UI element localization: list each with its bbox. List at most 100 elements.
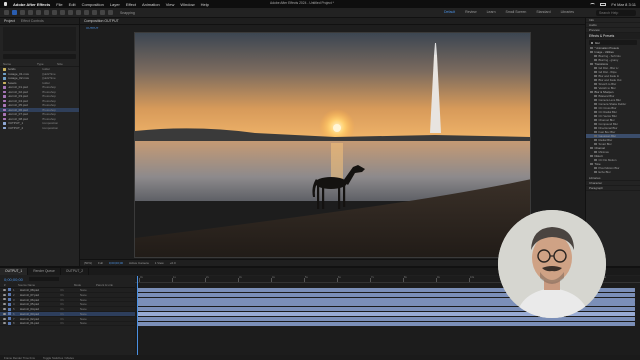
- menu-view[interactable]: View: [166, 2, 175, 7]
- layer-switches[interactable]: / fx: [60, 288, 78, 292]
- layer-label-color[interactable]: [8, 288, 11, 292]
- label-color-swatch[interactable]: [3, 117, 6, 120]
- layer-switches[interactable]: / fx: [60, 307, 78, 311]
- composition-tab[interactable]: Composition OUTPUT: [80, 18, 585, 25]
- timeline-tab-output1[interactable]: OUTPUT_1: [0, 268, 29, 275]
- puppet-tool-icon[interactable]: [108, 10, 113, 15]
- home-tool-icon[interactable]: [4, 10, 9, 15]
- layer-label-color[interactable]: [8, 293, 11, 297]
- menu-help[interactable]: Help: [201, 2, 209, 7]
- label-color-swatch[interactable]: [3, 126, 6, 129]
- effects-search-input[interactable]: blur: [589, 40, 637, 45]
- toggle-switches-modes[interactable]: Toggle Switches / Modes: [43, 356, 74, 360]
- render-queue-tab[interactable]: Render Queue: [28, 268, 61, 275]
- label-color-swatch[interactable]: [3, 99, 6, 102]
- layer-name[interactable]: Hormiz_05.psd: [20, 302, 58, 306]
- selection-tool-icon[interactable]: [12, 10, 17, 15]
- label-color-swatch[interactable]: [3, 68, 6, 71]
- layer-parent[interactable]: None: [80, 321, 94, 325]
- layer-parent[interactable]: None: [80, 298, 94, 302]
- col-mode[interactable]: Mode: [74, 283, 92, 287]
- help-search-input[interactable]: Search Help: [596, 10, 636, 16]
- layer-parent[interactable]: None: [80, 317, 94, 321]
- layer-row[interactable]: 8 Hormiz_01.psd / fx None: [0, 321, 135, 327]
- workspace-libraries[interactable]: Libraries: [557, 10, 578, 14]
- layer-switches[interactable]: / fx: [60, 312, 78, 316]
- label-color-swatch[interactable]: [3, 113, 6, 116]
- project-tab-label[interactable]: Project: [4, 19, 15, 23]
- timeline-tab-output2[interactable]: OUTPUT_2: [61, 268, 90, 275]
- eye-icon[interactable]: [3, 308, 6, 311]
- pan-behind-tool-icon[interactable]: [52, 10, 57, 15]
- layer-name[interactable]: Hormiz_01.psd: [20, 321, 58, 325]
- paragraph-panel[interactable]: Paragraph: [586, 186, 640, 191]
- apple-menu-icon[interactable]: [4, 2, 7, 6]
- eye-icon[interactable]: [3, 293, 6, 296]
- layer-label-color[interactable]: [8, 302, 11, 306]
- eye-icon[interactable]: [3, 317, 6, 320]
- views-select[interactable]: 1 View: [155, 261, 164, 265]
- composition-tab-label[interactable]: Composition OUTPUT: [84, 19, 119, 23]
- layer-name[interactable]: Hormiz_04.psd: [20, 307, 58, 311]
- label-color-swatch[interactable]: [3, 72, 6, 75]
- eye-icon[interactable]: [3, 298, 6, 301]
- clone-tool-icon[interactable]: [92, 10, 97, 15]
- menu-effect[interactable]: Effect: [126, 2, 136, 7]
- project-search-input[interactable]: [3, 54, 76, 59]
- battery-icon[interactable]: [600, 2, 607, 6]
- layer-duration-bar[interactable]: [137, 321, 635, 326]
- current-time-display[interactable]: 0;00;00;00: [4, 277, 23, 282]
- workspace-standard[interactable]: Standard: [532, 10, 554, 14]
- menu-animation[interactable]: Animation: [142, 2, 160, 7]
- eye-icon[interactable]: [3, 303, 6, 306]
- camera-tool-icon[interactable]: [44, 10, 49, 15]
- viewer-timecode[interactable]: 0;00;00;00: [109, 261, 123, 265]
- menu-layer[interactable]: Layer: [110, 2, 120, 7]
- label-color-swatch[interactable]: [3, 104, 6, 107]
- label-color-swatch[interactable]: [3, 90, 6, 93]
- composition-frame[interactable]: [134, 32, 531, 258]
- eye-icon[interactable]: [3, 288, 6, 291]
- rotate-tool-icon[interactable]: [36, 10, 41, 15]
- shape-tool-icon[interactable]: [60, 10, 65, 15]
- hand-tool-icon[interactable]: [20, 10, 25, 15]
- snapping-toggle[interactable]: Snapping: [120, 11, 135, 15]
- wifi-icon[interactable]: [590, 2, 596, 6]
- zoom-tool-icon[interactable]: [28, 10, 33, 15]
- resolution-select[interactable]: Full: [98, 261, 103, 265]
- effects-presets-heading[interactable]: Effects & Presets: [586, 33, 640, 39]
- layer-name[interactable]: Hormiz_03.psd: [20, 312, 58, 316]
- comp-breadcrumb[interactable]: OUTPUT: [86, 26, 98, 30]
- layer-duration-bar[interactable]: [137, 316, 635, 321]
- layer-parent[interactable]: None: [80, 307, 94, 311]
- eye-icon[interactable]: [3, 312, 6, 315]
- app-menu[interactable]: Adobe After Effects: [13, 2, 50, 7]
- layer-parent[interactable]: None: [80, 293, 94, 297]
- col-index[interactable]: #: [4, 283, 14, 287]
- layer-switches[interactable]: / fx: [60, 317, 78, 321]
- label-color-swatch[interactable]: [3, 95, 6, 98]
- layer-parent[interactable]: None: [80, 302, 94, 306]
- eraser-tool-icon[interactable]: [100, 10, 105, 15]
- camera-select[interactable]: Active Camera: [129, 261, 149, 265]
- layer-name[interactable]: Hormiz_02.psd: [20, 317, 58, 321]
- col-parent[interactable]: Parent & Link: [96, 283, 113, 287]
- type-tool-icon[interactable]: [76, 10, 81, 15]
- effect-item[interactable]: Echo Blur: [586, 170, 640, 174]
- layer-search-input[interactable]: [28, 277, 59, 281]
- label-color-swatch[interactable]: [3, 81, 6, 84]
- workspace-small-screen[interactable]: Small Screen: [502, 10, 531, 14]
- exposure-value[interactable]: +0.0: [170, 261, 176, 265]
- brush-tool-icon[interactable]: [84, 10, 89, 15]
- layer-parent[interactable]: None: [80, 312, 94, 316]
- layer-name[interactable]: Hormiz_06.psd: [20, 298, 58, 302]
- layer-label-color[interactable]: [8, 297, 11, 301]
- magnification-select[interactable]: (50%): [84, 261, 92, 265]
- col-size[interactable]: Size: [57, 62, 63, 66]
- col-source-name[interactable]: Source Name: [18, 283, 70, 287]
- layer-switches[interactable]: / fx: [60, 298, 78, 302]
- layer-label-color[interactable]: [8, 317, 11, 321]
- label-color-swatch[interactable]: [3, 86, 6, 89]
- layer-switches[interactable]: / fx: [60, 293, 78, 297]
- workspace-learn[interactable]: Learn: [483, 10, 500, 14]
